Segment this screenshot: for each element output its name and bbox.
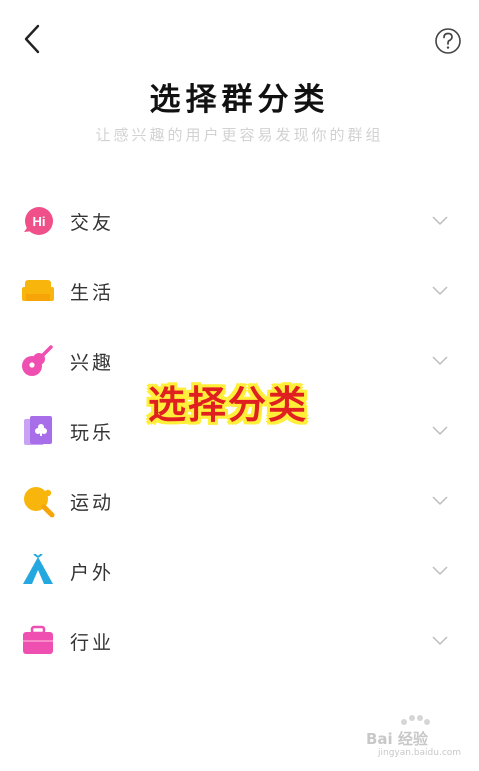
chevron-down-icon	[432, 216, 448, 226]
category-item-hangye[interactable]: 行业	[0, 606, 479, 676]
page-subtitle: 让感兴趣的用户更容易发现你的群组	[95, 126, 384, 144]
category-item-jiaoyou[interactable]: Hi 交友	[0, 186, 479, 256]
back-arrow-icon	[24, 24, 40, 54]
chevron-down-icon	[432, 496, 448, 506]
page-title: 选择群分类	[149, 82, 330, 118]
category-label: 运动	[70, 492, 115, 514]
category-list: Hi 交友 生活 兴趣 玩乐 运动 户外 行业	[0, 186, 479, 676]
category-label: 行业	[70, 632, 115, 654]
chevron-down-icon	[432, 286, 448, 296]
briefcase-icon	[23, 625, 53, 654]
watermark-text: Bai 经验	[366, 730, 428, 748]
chevron-down-icon	[432, 636, 448, 646]
chevron-down-icon	[432, 356, 448, 366]
category-label: 户外	[70, 562, 115, 584]
category-label: 交友	[70, 212, 115, 234]
sofa-icon	[22, 280, 54, 301]
watermark: Bai 经验 jingyan.baidu.com	[366, 715, 462, 760]
chevron-down-icon	[432, 426, 448, 436]
category-item-shenghuo[interactable]: 生活	[0, 256, 479, 326]
guitar-icon	[22, 345, 53, 376]
back-button[interactable]	[18, 22, 48, 56]
category-label: 生活	[70, 282, 115, 304]
annotation-overlay-text: 选择分类	[148, 383, 309, 427]
category-label: 玩乐	[70, 422, 115, 444]
playing-card-icon	[24, 416, 52, 445]
tent-icon	[23, 554, 53, 584]
question-circle-icon	[435, 28, 461, 54]
help-button[interactable]	[433, 26, 463, 56]
category-label: 兴趣	[70, 352, 115, 374]
hi-chat-bubble-icon: Hi	[24, 207, 53, 235]
category-item-yundong[interactable]: 运动	[0, 466, 479, 536]
watermark-url: jingyan.baidu.com	[378, 748, 462, 758]
category-item-huwai[interactable]: 户外	[0, 536, 479, 606]
svg-text:Hi: Hi	[33, 214, 46, 229]
ping-pong-paddle-icon	[24, 487, 55, 518]
chevron-down-icon	[432, 566, 448, 576]
